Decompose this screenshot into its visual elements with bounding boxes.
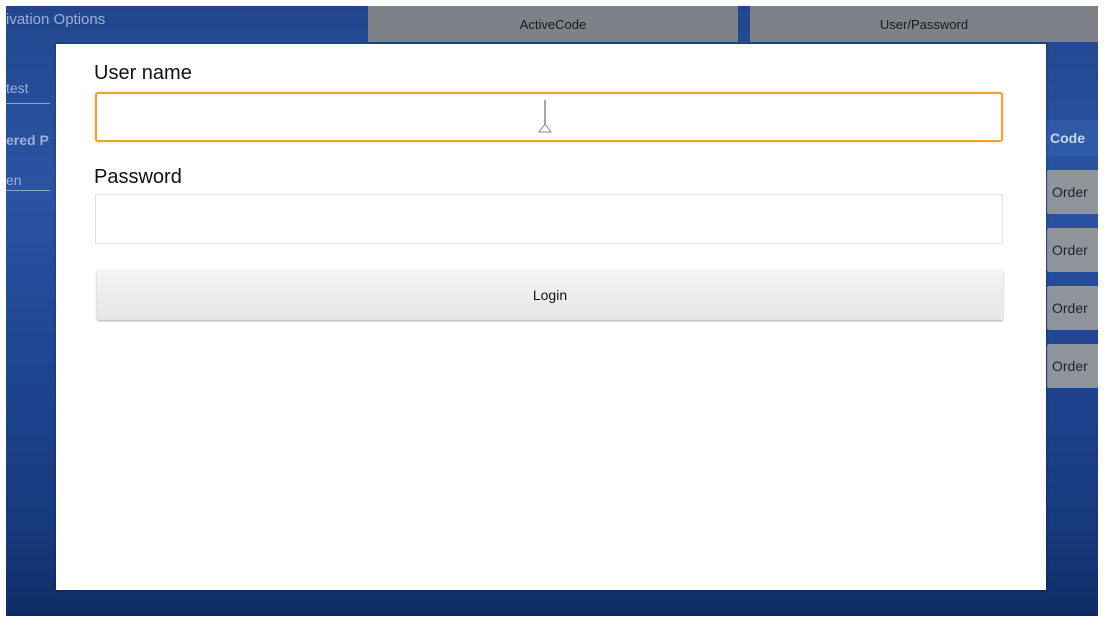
left-label-test: test xyxy=(6,80,29,96)
left-label-registered: ered P xyxy=(6,132,49,148)
text-cursor-handle-icon[interactable] xyxy=(538,100,552,134)
tab-user-password[interactable]: User/Password xyxy=(750,6,1098,42)
username-label: User name xyxy=(94,62,192,84)
password-label: Password xyxy=(94,166,182,188)
order-button[interactable]: Order xyxy=(1047,286,1098,330)
left-label-en: en xyxy=(6,172,22,188)
login-button[interactable]: Login xyxy=(97,270,1003,320)
divider xyxy=(6,103,50,104)
code-column-header: Code xyxy=(1046,120,1098,156)
screen: ivation Options ActiveCode User/Password… xyxy=(0,0,1108,618)
password-input[interactable] xyxy=(95,194,1003,244)
tab-activecode[interactable]: ActiveCode xyxy=(368,6,738,42)
order-button[interactable]: Order xyxy=(1047,344,1098,388)
order-button[interactable]: Order xyxy=(1047,228,1098,272)
divider xyxy=(6,190,50,191)
order-button[interactable]: Order xyxy=(1047,170,1098,214)
login-dialog: User name Password Login xyxy=(56,44,1046,590)
activation-options-title: ivation Options xyxy=(6,11,106,28)
